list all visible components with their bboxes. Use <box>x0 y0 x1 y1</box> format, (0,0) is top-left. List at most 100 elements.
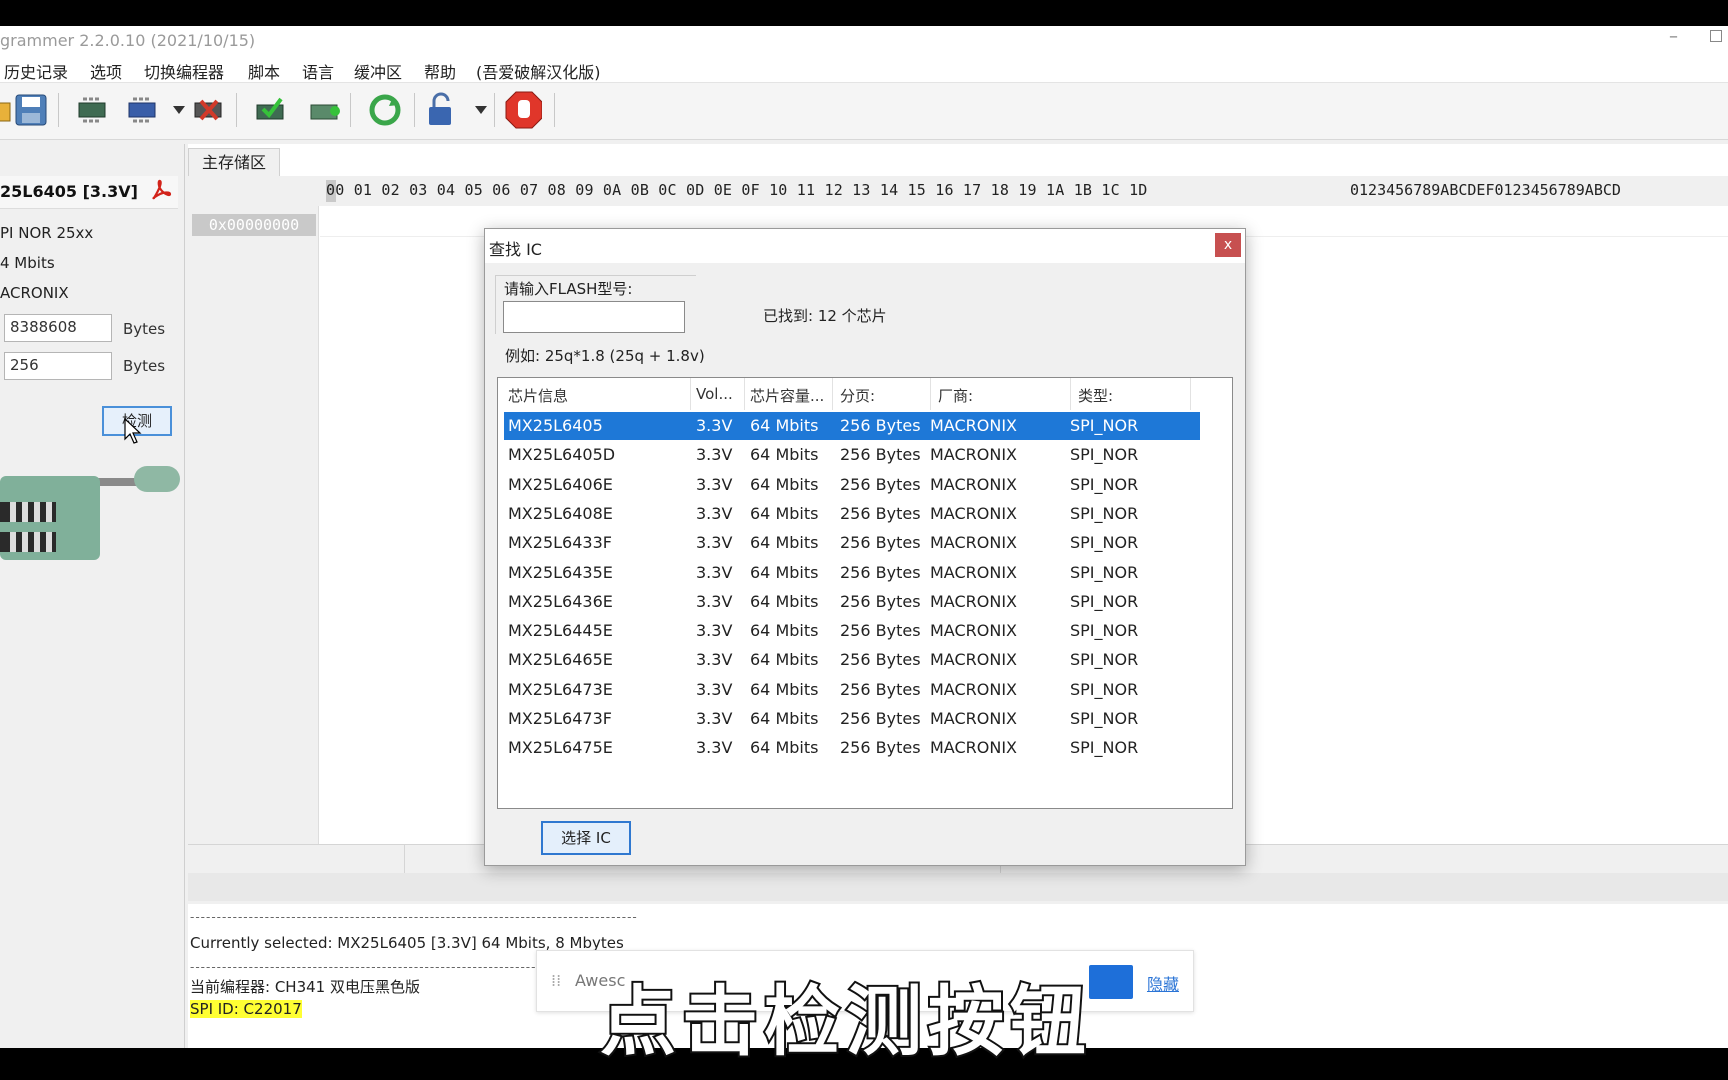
vendor-cell: MACRONIX <box>930 650 1017 670</box>
menu-buffer[interactable]: 缓冲区 <box>354 59 402 83</box>
address-column <box>188 206 319 844</box>
chip-list-row[interactable]: MX25L6408E 3.3V 64 Mbits 256 Bytes MACRONIX S… <box>504 500 1200 528</box>
log-programmer: 当前编程器: CH341 双电压黑色版 <box>190 978 420 996</box>
chip-list-row[interactable]: MX25L6433F 3.3V 64 Mbits 256 Bytes MACRONIX S… <box>504 529 1200 557</box>
menu-script[interactable]: 脚本 <box>248 59 280 83</box>
write-chip-icon[interactable] <box>124 91 162 129</box>
minimize-button[interactable]: – <box>1669 26 1678 47</box>
stop-icon[interactable] <box>504 91 542 129</box>
search-label: 请输入FLASH型号: <box>504 280 633 298</box>
toolbar-separator <box>236 93 237 127</box>
chip-name-row: 25L6405 [3.3V] <box>0 176 178 209</box>
maximize-button[interactable] <box>1710 30 1722 42</box>
chip-size-field[interactable]: 8388608 <box>4 314 112 342</box>
vendor-cell: MACRONIX <box>930 679 1017 699</box>
type-cell: SPI_NOR <box>1070 650 1139 670</box>
protect-icon[interactable] <box>422 91 460 129</box>
column-capacity[interactable]: 芯片容量... <box>750 385 824 406</box>
menu-options[interactable]: 选项 <box>90 59 122 83</box>
menu-history[interactable]: 历史记录 <box>4 59 68 83</box>
voltage-cell: 3.3V <box>696 533 733 553</box>
chip-name-cell: MX25L6433F <box>508 533 612 553</box>
chip-list-row[interactable]: MX25L6436E 3.3V 64 Mbits 256 Bytes MACRONIX S… <box>504 588 1200 616</box>
type-cell: SPI_NOR <box>1070 709 1139 728</box>
chip-name-cell: MX25L6436E <box>508 591 613 611</box>
chip-name-cell: MX25L6406E <box>508 474 613 494</box>
menu-bar: 历史记录 选项 切换编程器 脚本 语言 缓冲区 帮助 (吾爱破解汉化版) <box>0 56 1728 83</box>
chip-list-row[interactable]: MX25L6405D 3.3V 64 Mbits 256 Bytes MACRONIX S… <box>504 441 1200 469</box>
programmer-board-image <box>0 456 184 566</box>
capacity-cell: 64 Mbits <box>750 503 819 523</box>
verify-chip-icon[interactable] <box>252 91 290 129</box>
menu-help[interactable]: 帮助 <box>424 59 456 83</box>
voltage-cell: 3.3V <box>696 650 733 670</box>
toolbar <box>0 83 1728 140</box>
chip-name-cell: MX25L6473E <box>508 679 613 699</box>
column-voltage[interactable]: Vol... <box>696 385 733 403</box>
auto-icon[interactable] <box>366 91 404 129</box>
select-ic-button[interactable]: 选择 IC <box>541 821 631 855</box>
dialog-title: 查找 IC <box>489 240 542 259</box>
voltage-cell: 3.3V <box>696 738 733 758</box>
page-cell: 256 Bytes <box>840 445 921 465</box>
search-example: 例如: 25q*1.8 (25q + 1.8v) <box>505 347 705 365</box>
hide-link[interactable]: 隐藏 <box>1147 971 1179 995</box>
flash-model-input[interactable] <box>503 301 685 333</box>
chip-info-panel: 25L6405 [3.3V] PI NOR 25xx 4 Mbits ACRON… <box>0 144 185 1048</box>
log-separator: ----------------------------------------… <box>190 910 638 924</box>
blank-check-icon[interactable] <box>306 91 344 129</box>
menu-language[interactable]: 语言 <box>302 59 334 83</box>
save-icon[interactable] <box>12 91 50 129</box>
page-cell: 256 Bytes <box>840 416 921 435</box>
chip-list-row[interactable]: MX25L6475E 3.3V 64 Mbits 256 Bytes MACRONIX S… <box>504 734 1200 762</box>
column-type[interactable]: 类型: <box>1078 385 1113 406</box>
page-cell: 256 Bytes <box>840 474 921 494</box>
chip-name-cell: MX25L6473F <box>508 709 612 728</box>
window-title: grammer 2.2.0.10 (2021/10/15) <box>0 31 256 50</box>
tab-main-memory[interactable]: 主存储区 <box>188 148 280 177</box>
page-size-unit: Bytes <box>123 357 166 375</box>
dialog-close-button[interactable]: x <box>1215 233 1241 257</box>
capacity-cell: 64 Mbits <box>750 709 819 728</box>
find-ic-dialog: 查找 IC x 请输入FLASH型号: 已找到: 12 个芯片 例如: 25q*… <box>484 228 1246 866</box>
chip-list-row[interactable]: MX25L6405 3.3V 64 Mbits 256 Bytes MACRONIX SP… <box>504 412 1200 440</box>
chip-name-cell: MX25L6435E <box>508 562 613 582</box>
chip-list-row[interactable]: MX25L6465E 3.3V 64 Mbits 256 Bytes MACRONIX S… <box>504 646 1200 674</box>
voltage-cell: 3.3V <box>696 416 733 435</box>
chip-list-row[interactable]: MX25L6473F 3.3V 64 Mbits 256 Bytes MACRONIX S… <box>504 705 1200 733</box>
datasheet-pdf-icon[interactable] <box>150 178 172 202</box>
chip-vendor: ACRONIX <box>0 284 69 302</box>
vendor-cell: MACRONIX <box>930 445 1017 465</box>
toolbar-separator <box>58 93 59 127</box>
read-chip-icon[interactable] <box>74 91 112 129</box>
drag-handle-icon[interactable]: ⁞⁞ <box>551 971 561 990</box>
mouse-cursor-icon <box>124 417 142 448</box>
voltage-cell: 3.3V <box>696 591 733 611</box>
menu-switch-programmer[interactable]: 切换编程器 <box>144 59 224 83</box>
type-cell: SPI_NOR <box>1070 562 1139 582</box>
chip-list-row[interactable]: MX25L6473E 3.3V 64 Mbits 256 Bytes MACRONIX S… <box>504 676 1200 704</box>
chip-list-row[interactable]: MX25L6406E 3.3V 64 Mbits 256 Bytes MACRONIX S… <box>504 471 1200 499</box>
page-cell: 256 Bytes <box>840 533 921 553</box>
type-cell: SPI_NOR <box>1070 474 1139 494</box>
address-label: 0x00000000 <box>192 214 316 236</box>
chip-list-row[interactable]: MX25L6435E 3.3V 64 Mbits 256 Bytes MACRONIX S… <box>504 559 1200 587</box>
vendor-cell: MACRONIX <box>930 562 1017 582</box>
capacity-cell: 64 Mbits <box>750 533 819 553</box>
chip-list[interactable]: 芯片信息 Vol... 芯片容量... 分页: 厂商: 类型: MX25L640… <box>497 377 1233 809</box>
column-vendor[interactable]: 厂商: <box>938 385 973 406</box>
found-count: 已找到: 12 个芯片 <box>763 307 887 325</box>
column-chip-info[interactable]: 芯片信息 <box>508 385 568 406</box>
vendor-cell: MACRONIX <box>930 709 1017 728</box>
chip-name-cell: MX25L6408E <box>508 503 613 523</box>
notification-action-button[interactable] <box>1089 965 1133 999</box>
page-size-field[interactable]: 256 <box>4 352 112 380</box>
type-cell: SPI_NOR <box>1070 621 1139 641</box>
vendor-cell: MACRONIX <box>930 621 1017 641</box>
type-cell: SPI_NOR <box>1070 533 1139 553</box>
voltage-cell: 3.3V <box>696 503 733 523</box>
chip-list-row[interactable]: MX25L6445E 3.3V 64 Mbits 256 Bytes MACRONIX S… <box>504 617 1200 645</box>
column-page[interactable]: 分页: <box>840 385 875 406</box>
erase-chip-icon[interactable] <box>190 91 228 129</box>
voltage-cell: 3.3V <box>696 445 733 465</box>
